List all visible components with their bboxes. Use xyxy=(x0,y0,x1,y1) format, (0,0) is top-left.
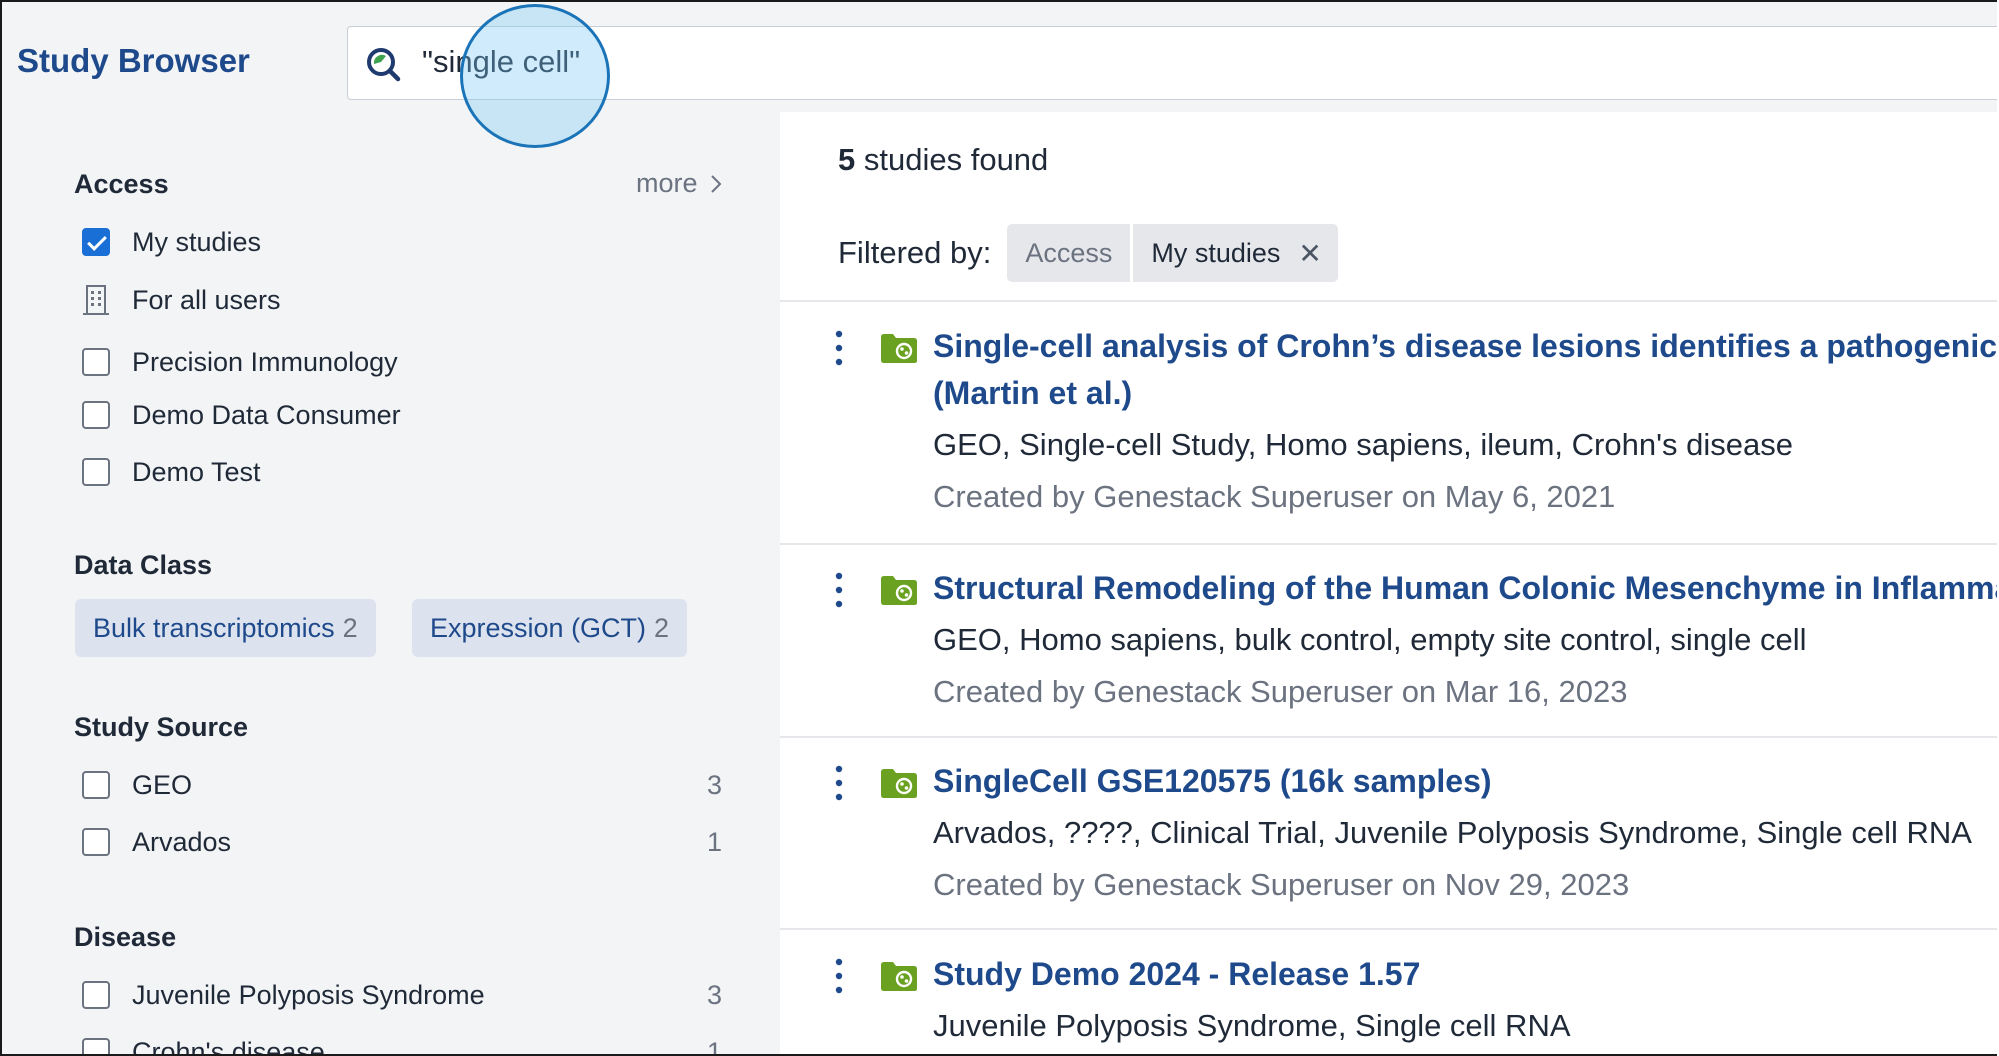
filter-chip-value-label: My studies xyxy=(1151,238,1280,269)
study-row[interactable]: SingleCell GSE120575 (16k samples) Arvad… xyxy=(780,757,1997,887)
kebab-menu-icon[interactable] xyxy=(835,572,843,608)
kebab-menu-icon[interactable] xyxy=(835,765,843,801)
disease-item-crohns[interactable]: Crohn's disease 1 xyxy=(82,1032,722,1056)
access-item-for-all-users[interactable]: For all users xyxy=(82,280,281,320)
chip-bulk-transcriptomics[interactable]: Bulk transcriptomics 2 xyxy=(75,599,376,657)
section-title-data-class: Data Class xyxy=(74,550,212,581)
source-item-count: 3 xyxy=(707,770,722,801)
source-item-count: 1 xyxy=(707,827,722,858)
app-title[interactable]: Study Browser xyxy=(17,42,250,80)
section-title-study-source: Study Source xyxy=(74,712,248,743)
search-icon xyxy=(364,45,402,83)
study-tags: Juvenile Polyposis Syndrome, Single cell… xyxy=(933,1008,1571,1044)
filtered-by-label: Filtered by: xyxy=(838,235,991,271)
active-filters: Filtered by: Access My studies ✕ xyxy=(838,224,1338,282)
checkbox-arvados[interactable] xyxy=(82,828,110,856)
study-tags: GEO, Homo sapiens, bulk control, empty s… xyxy=(933,622,1807,658)
checkbox-demo-test[interactable] xyxy=(82,458,110,486)
study-row[interactable]: Single-cell analysis of Crohn’s disease … xyxy=(780,322,1997,482)
filter-chip-value: My studies ✕ xyxy=(1133,224,1338,282)
chevron-right-icon xyxy=(710,174,722,194)
search-input[interactable] xyxy=(422,27,1822,97)
results-panel: 5 studies found Filtered by: Access My s… xyxy=(780,112,1997,1056)
checkbox-geo[interactable] xyxy=(82,771,110,799)
results-count: 5 studies found xyxy=(838,142,1048,178)
more-label: more xyxy=(636,168,698,199)
study-folder-icon xyxy=(880,574,918,606)
access-item-my-studies[interactable]: My studies xyxy=(82,222,261,262)
filters-sidebar: Access more My studies For all users Pre… xyxy=(2,112,780,1056)
filter-chip-key: Access xyxy=(1007,224,1133,282)
study-row[interactable]: Structural Remodeling of the Human Colon… xyxy=(780,564,1997,694)
access-item-precision-immunology[interactable]: Precision Immunology xyxy=(82,342,398,382)
access-item-label: Precision Immunology xyxy=(132,347,398,378)
disease-item-juvenile-polyposis[interactable]: Juvenile Polyposis Syndrome 3 xyxy=(82,975,722,1015)
section-title-access: Access xyxy=(74,169,169,200)
app-window: Study Browser Access more My studies xyxy=(0,0,1997,1056)
checkbox-my-studies[interactable] xyxy=(82,228,110,256)
study-row[interactable]: Study Demo 2024 - Release 1.57 Juvenile … xyxy=(780,950,1997,1050)
study-folder-icon xyxy=(880,332,918,364)
disease-item-label: Crohn's disease xyxy=(132,1037,325,1056)
chip-expression-gct[interactable]: Expression (GCT) 2 xyxy=(412,599,687,657)
checkbox-crohns[interactable] xyxy=(82,1038,110,1056)
divider xyxy=(780,543,1997,545)
kebab-menu-icon[interactable] xyxy=(835,330,843,366)
study-created: Created by Genestack Superuser on May 6,… xyxy=(933,479,1615,515)
study-folder-icon xyxy=(880,767,918,799)
header: Study Browser xyxy=(2,2,1997,112)
results-count-number: 5 xyxy=(838,142,855,177)
results-count-text: studies found xyxy=(864,142,1048,177)
chip-label: Expression (GCT) xyxy=(430,613,646,644)
disease-item-label: Juvenile Polyposis Syndrome xyxy=(132,980,485,1011)
study-folder-icon xyxy=(880,960,918,992)
source-item-arvados[interactable]: Arvados 1 xyxy=(82,822,722,862)
disease-item-count: 3 xyxy=(707,980,722,1011)
chip-label: Bulk transcriptomics xyxy=(93,613,335,644)
study-created: Created by Genestack Superuser on Nov 29… xyxy=(933,867,1629,903)
study-title[interactable]: SingleCell GSE120575 (16k samples) xyxy=(933,757,1997,805)
building-icon xyxy=(82,284,110,316)
checkbox-precision-immunology[interactable] xyxy=(82,348,110,376)
access-item-label: Demo Test xyxy=(132,457,261,488)
source-item-label: GEO xyxy=(132,770,192,801)
study-title[interactable]: Single-cell analysis of Crohn’s disease … xyxy=(933,322,1997,370)
section-title-disease: Disease xyxy=(74,922,176,953)
access-item-demo-data-consumer[interactable]: Demo Data Consumer xyxy=(82,395,401,435)
access-more-link[interactable]: more xyxy=(636,168,722,199)
checkbox-juvenile-polyposis[interactable] xyxy=(82,981,110,1009)
study-title[interactable]: Structural Remodeling of the Human Colon… xyxy=(933,564,1997,612)
divider xyxy=(780,928,1997,930)
access-item-label: My studies xyxy=(132,227,261,258)
filter-chip: Access My studies ✕ xyxy=(1007,224,1338,282)
study-tags: GEO, Single-cell Study, Homo sapiens, il… xyxy=(933,427,1793,463)
access-item-label: Demo Data Consumer xyxy=(132,400,401,431)
study-created: Created by Genestack Superuser on Mar 16… xyxy=(933,674,1627,710)
source-item-label: Arvados xyxy=(132,827,231,858)
chip-count: 2 xyxy=(343,613,358,644)
remove-filter-icon[interactable]: ✕ xyxy=(1298,237,1321,270)
study-tags: Arvados, ????, Clinical Trial, Juvenile … xyxy=(933,815,1972,851)
study-title[interactable]: Study Demo 2024 - Release 1.57 xyxy=(933,950,1997,998)
search-box[interactable] xyxy=(347,26,1997,100)
access-item-demo-test[interactable]: Demo Test xyxy=(82,452,261,492)
checkbox-demo-data-consumer[interactable] xyxy=(82,401,110,429)
study-title-line2[interactable]: (Martin et al.) xyxy=(933,369,1132,417)
divider xyxy=(780,736,1997,738)
access-item-label: For all users xyxy=(132,285,281,316)
source-item-geo[interactable]: GEO 3 xyxy=(82,765,722,805)
chip-count: 2 xyxy=(654,613,669,644)
disease-item-count: 1 xyxy=(707,1037,722,1056)
kebab-menu-icon[interactable] xyxy=(835,958,843,994)
divider xyxy=(780,300,1997,302)
